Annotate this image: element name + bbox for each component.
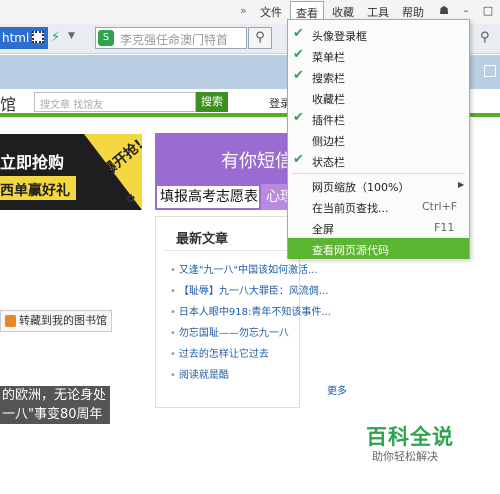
brand-logo: 百科全说 bbox=[366, 425, 454, 449]
article-link[interactable]: 勿忘国耻——勿忘九一八 bbox=[170, 324, 331, 345]
checkmark-icon: ✔ bbox=[293, 47, 304, 62]
checkmark-icon: ✔ bbox=[293, 68, 304, 83]
more-link[interactable]: 更多 bbox=[327, 382, 347, 397]
menu-item-label: 插件栏 bbox=[312, 114, 345, 127]
chevron-down-icon[interactable]: ▼ bbox=[68, 31, 75, 41]
article-link[interactable]: 过去的怎样让它过去 bbox=[170, 345, 331, 366]
menu-favorites[interactable]: 收藏 bbox=[332, 4, 354, 20]
address-text: html bbox=[2, 31, 30, 45]
menu-item-label: 收藏栏 bbox=[312, 93, 345, 106]
speed-mode-icon[interactable]: ⚡ bbox=[51, 30, 60, 45]
ad-banner[interactable]: 有你短信 bbox=[155, 133, 300, 185]
article-link[interactable]: 阅读就是酷 bbox=[170, 366, 331, 387]
search-button[interactable]: ⚲ bbox=[248, 27, 272, 49]
menu-item-favorites-bar[interactable]: 收藏栏 bbox=[288, 87, 469, 108]
site-search-button[interactable]: 搜索 bbox=[196, 92, 228, 112]
article-link[interactable]: 又逢"九一八"中国该如何激活... bbox=[170, 261, 331, 282]
menu-item-shortcut: F11 bbox=[434, 221, 455, 234]
ad-headline: 有你短信 bbox=[221, 151, 293, 172]
checkmark-icon: ✔ bbox=[293, 110, 304, 125]
articles-list: 又逢"九一八"中国该如何激活... 【耻辱】九一八大罪臣：风流倜... 日本人眼… bbox=[170, 261, 331, 387]
bookmark-icon bbox=[5, 315, 16, 327]
maximize-icon[interactable]: □ bbox=[478, 2, 498, 20]
brand-tagline: 助你轻松解决 bbox=[372, 450, 438, 463]
submenu-arrow-icon: ▶ bbox=[458, 180, 465, 189]
menu-item-label: 在当前页查找... bbox=[312, 202, 389, 215]
menu-item-searchbar[interactable]: ✔ 搜索栏 bbox=[288, 66, 469, 87]
save-to-library-button[interactable]: 转藏到我的图书馆 bbox=[0, 310, 112, 332]
menu-separator bbox=[292, 173, 465, 174]
minimize-icon[interactable]: – bbox=[456, 2, 476, 20]
menu-item-fullscreen[interactable]: 全屏 F11 bbox=[288, 217, 469, 238]
menu-item-avatar-login[interactable]: ✔ 头像登录框 bbox=[288, 24, 469, 45]
checkmark-icon: ✔ bbox=[293, 26, 304, 41]
site-title: 馆 bbox=[0, 95, 17, 114]
menu-item-label: 搜索栏 bbox=[312, 72, 345, 85]
ad-left-box[interactable]: 填报高考志愿表 bbox=[155, 184, 261, 210]
articles-heading: 最新文章 bbox=[176, 232, 229, 247]
search-icon[interactable]: ⚲ bbox=[480, 30, 490, 45]
menu-item-menubar[interactable]: ✔ 菜单栏 bbox=[288, 45, 469, 66]
search-engine-icon[interactable]: S bbox=[98, 30, 114, 46]
menu-item-shortcut: Ctrl+F bbox=[422, 200, 458, 213]
checkmark-icon: ✔ bbox=[293, 152, 304, 167]
menu-item-label: 头像登录框 bbox=[312, 30, 367, 43]
excerpt-line-2: 一八"事变80周年 bbox=[2, 407, 103, 422]
search-input[interactable]: S 李克强任命澳门特首 bbox=[95, 27, 247, 49]
menu-item-plugin-bar[interactable]: ✔ 插件栏 bbox=[288, 108, 469, 129]
divider bbox=[164, 250, 292, 251]
new-tab-icon[interactable] bbox=[484, 65, 496, 77]
latest-articles-panel: 最新文章 又逢"九一八"中国该如何激活... 【耻辱】九一八大罪臣：风流倜...… bbox=[155, 216, 331, 408]
skin-icon[interactable]: ☗ bbox=[434, 2, 454, 20]
excerpt-line-1: 的欧洲，无论身处 bbox=[2, 388, 107, 403]
menu-item-statusbar[interactable]: ✔ 状态栏 bbox=[288, 150, 469, 171]
menu-item-zoom[interactable]: 网页缩放（100%） ▶ bbox=[288, 175, 469, 196]
menu-item-label: 全屏 bbox=[312, 223, 334, 236]
qr-code-icon[interactable] bbox=[32, 31, 44, 43]
article-link[interactable]: 日本人眼中918:青年不知该事件... bbox=[170, 303, 331, 324]
menu-item-label: 菜单栏 bbox=[312, 51, 345, 64]
menu-item-label: 状态栏 bbox=[312, 156, 345, 169]
menu-item-view-source[interactable]: 查看网页源代码 bbox=[288, 238, 469, 259]
menu-item-label: 网页缩放（100%） bbox=[312, 181, 410, 194]
article-excerpt: 的欧洲，无论身处 一八"事变80周年 bbox=[0, 386, 110, 424]
menu-overflow-chevron[interactable]: » bbox=[240, 4, 247, 17]
menu-item-find[interactable]: 在当前页查找... Ctrl+F bbox=[288, 196, 469, 217]
menu-item-label: 查看网页源代码 bbox=[312, 244, 389, 257]
article-link[interactable]: 【耻辱】九一八大罪臣：风流倜... bbox=[170, 282, 331, 303]
menu-item-label: 侧边栏 bbox=[312, 135, 345, 148]
paw-icon: ✿ bbox=[126, 192, 136, 205]
menu-item-sidebar[interactable]: 侧边栏 bbox=[288, 129, 469, 150]
site-search-input[interactable]: 搜文章 找馆友 bbox=[34, 92, 196, 112]
view-menu-dropdown: ✔ 头像登录框 ✔ 菜单栏 ✔ 搜索栏 收藏栏 ✔ 插件栏 侧边栏 ✔ 状态栏 … bbox=[287, 19, 470, 259]
search-placeholder: 李克强任命澳门特首 bbox=[120, 33, 229, 47]
menu-tools[interactable]: 工具 bbox=[367, 4, 389, 20]
menu-file[interactable]: 文件 bbox=[260, 4, 282, 20]
promo-line-2: 西单赢好礼 bbox=[0, 183, 70, 199]
menu-help[interactable]: 帮助 bbox=[402, 4, 424, 20]
save-label: 转藏到我的图书馆 bbox=[19, 314, 107, 327]
promo-banner[interactable]: 立即抢购 西单赢好礼 火爆开抢! ✿ bbox=[0, 134, 142, 210]
promo-line-1: 立即抢购 bbox=[0, 153, 65, 172]
search-icon: ⚲ bbox=[255, 30, 265, 45]
